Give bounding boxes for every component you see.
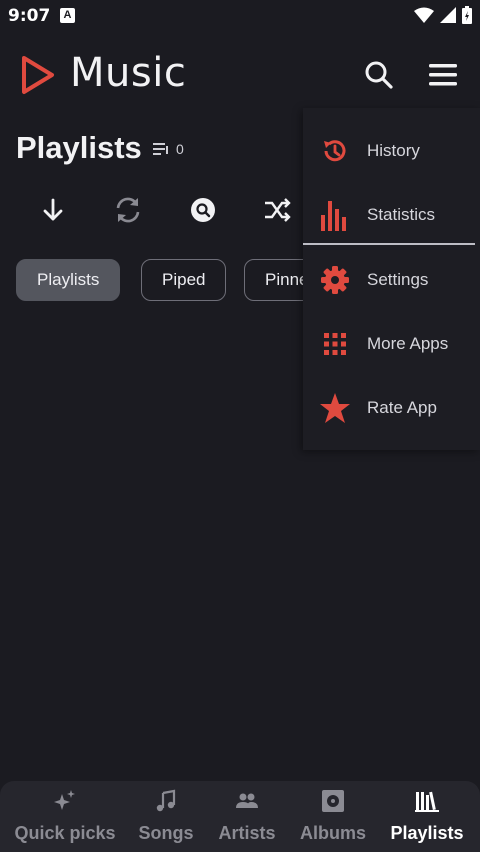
menu-item-rate-app[interactable]: Rate App xyxy=(303,378,480,434)
battery-icon xyxy=(462,6,472,24)
app-title: Music xyxy=(70,50,187,96)
menu-item-label: History xyxy=(367,141,420,160)
app-header: Music xyxy=(0,48,480,104)
nav-albums[interactable]: Albums xyxy=(292,781,374,852)
shuffle-icon xyxy=(265,198,291,222)
nav-label: Artists xyxy=(218,823,276,843)
sync-icon xyxy=(116,197,140,223)
nav-quick-picks[interactable]: Quick picks xyxy=(0,781,130,852)
menu-item-label: More Apps xyxy=(367,334,449,353)
chip-piped[interactable]: Piped xyxy=(141,259,227,301)
playlist-count-icon xyxy=(153,143,168,155)
music-note-icon xyxy=(156,789,176,812)
nav-artists[interactable]: Artists xyxy=(202,781,292,852)
menu-item-label: Rate App xyxy=(367,398,437,417)
notification-icon: A xyxy=(60,8,75,23)
library-icon xyxy=(415,791,439,812)
menu-item-more-apps[interactable]: More Apps xyxy=(303,314,480,370)
nav-label: Albums xyxy=(299,823,366,843)
nav-label: Playlists xyxy=(390,823,464,843)
menu-item-label: Statistics xyxy=(367,205,436,224)
search-icon xyxy=(365,61,393,89)
search-button[interactable] xyxy=(362,58,396,92)
nav-playlists[interactable]: Playlists xyxy=(380,781,474,852)
menu-icon xyxy=(429,64,457,86)
download-icon xyxy=(43,198,63,221)
playlist-count: 0 xyxy=(153,141,184,157)
wifi-icon xyxy=(414,7,434,23)
download-button[interactable] xyxy=(35,192,71,228)
bar-chart-icon xyxy=(319,199,351,231)
chip-playlists[interactable]: Playlists xyxy=(16,259,121,301)
menu-item-history[interactable]: History xyxy=(303,121,480,177)
menu-item-statistics[interactable]: Statistics xyxy=(303,185,480,241)
grid-icon xyxy=(319,328,351,360)
album-icon xyxy=(322,790,344,812)
gear-icon xyxy=(319,264,351,296)
status-bar: 9:07 A xyxy=(0,0,480,34)
menu-button[interactable] xyxy=(426,58,460,92)
menu-item-label: Settings xyxy=(367,270,429,289)
status-time: 9:07 xyxy=(8,6,51,26)
bottom-navigation: Quick picks Songs Artists Albums Playlis… xyxy=(0,781,480,852)
app-logo-icon xyxy=(22,56,54,94)
nav-label: Quick picks xyxy=(14,823,116,843)
menu-divider xyxy=(303,243,475,245)
status-icons xyxy=(414,6,472,24)
sparkles-icon xyxy=(54,790,75,810)
nav-label: Songs xyxy=(138,823,194,843)
nav-songs[interactable]: Songs xyxy=(130,781,202,852)
star-icon xyxy=(319,392,351,424)
page-title: Playlists xyxy=(16,130,142,165)
overflow-menu: History Statistics Settings More Apps Ra… xyxy=(303,108,480,450)
sync-button[interactable] xyxy=(110,192,146,228)
shuffle-button[interactable] xyxy=(260,192,296,228)
signal-icon xyxy=(440,7,456,23)
search-circle-icon xyxy=(191,198,215,222)
search-playlists-button[interactable] xyxy=(185,192,221,228)
history-icon xyxy=(319,135,351,167)
playlist-count-value: 0 xyxy=(176,141,184,157)
people-icon xyxy=(236,793,258,808)
menu-item-settings[interactable]: Settings xyxy=(303,250,480,306)
